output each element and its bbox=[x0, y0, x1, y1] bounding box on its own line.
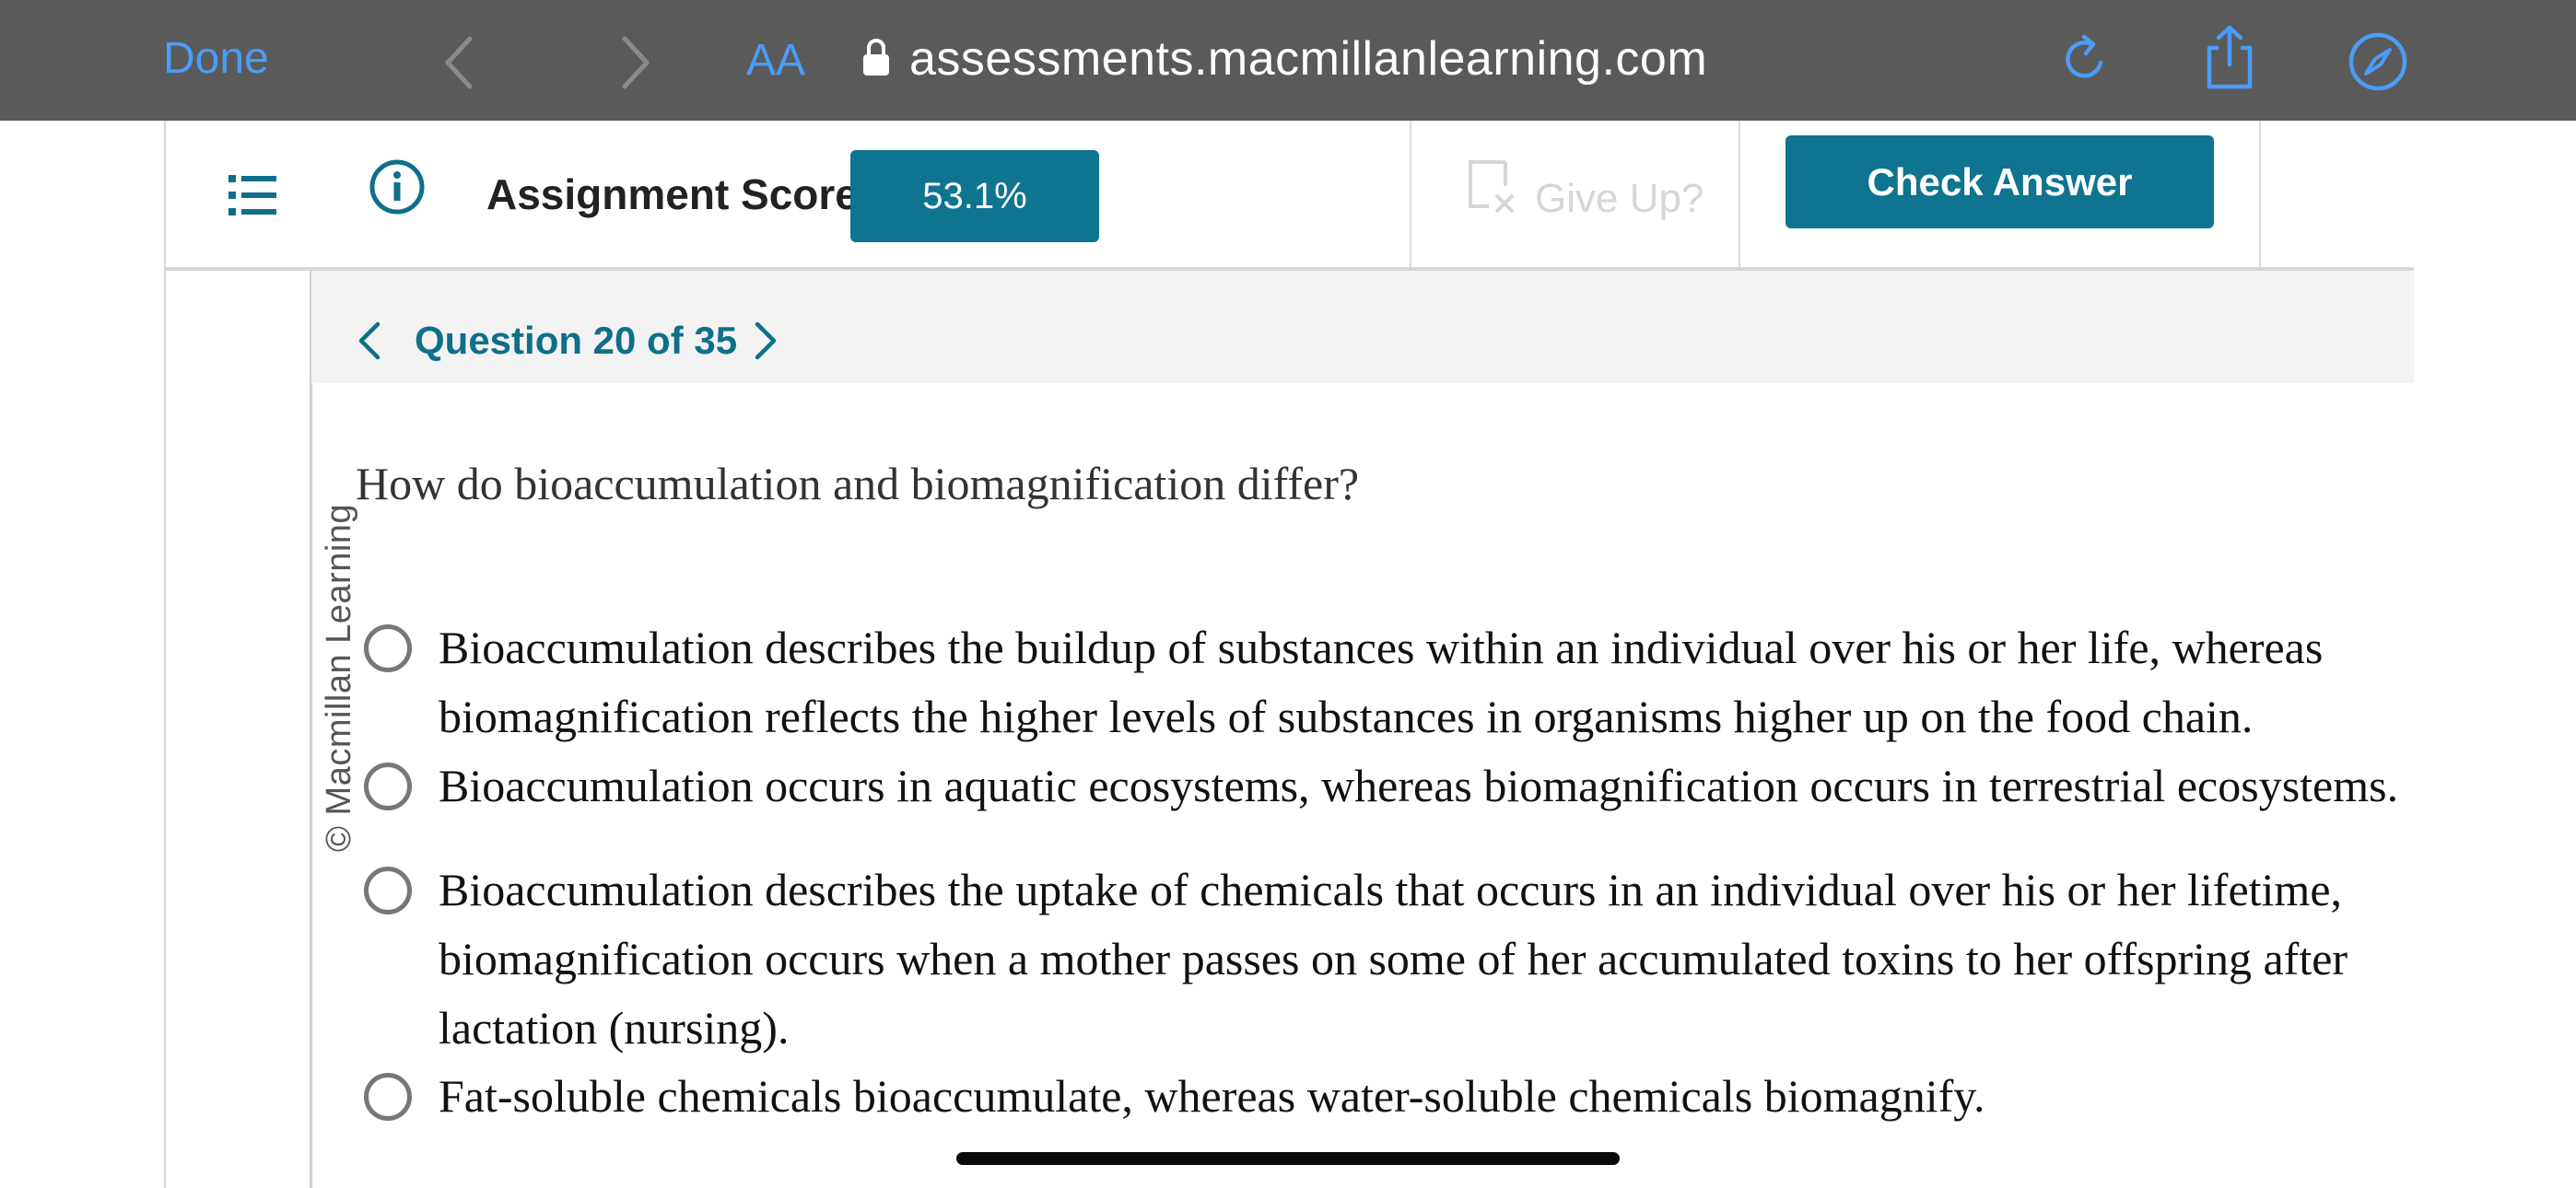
page-left-border bbox=[164, 121, 166, 1188]
check-answer-button[interactable]: Check Answer bbox=[1786, 135, 2214, 228]
radio-button[interactable] bbox=[364, 867, 412, 914]
give-up-button[interactable]: Give Up? bbox=[1467, 158, 1704, 226]
question-navigator: Question 20 of 35 bbox=[311, 271, 2414, 383]
done-button[interactable]: Done bbox=[163, 33, 269, 84]
header-divider bbox=[2259, 121, 2261, 268]
address-bar[interactable]: assessments.macmillanlearning.com bbox=[861, 31, 1707, 87]
assignment-score-label: Assignment Score: bbox=[486, 170, 873, 218]
option-text[interactable]: Bioaccumulation occurs in aquatic ecosys… bbox=[439, 751, 2398, 821]
browser-toolbar: Done AA assessments.macmillanlearning.co… bbox=[0, 0, 2576, 121]
option-line: Bioaccumulation occurs in aquatic ecosys… bbox=[439, 760, 2399, 811]
list-menu-icon[interactable] bbox=[228, 173, 276, 222]
previous-question-icon[interactable] bbox=[357, 320, 381, 366]
chevron-right-icon[interactable] bbox=[617, 35, 654, 95]
question-panel-border bbox=[310, 271, 312, 1188]
give-up-label: Give Up? bbox=[1535, 175, 1704, 221]
share-icon[interactable] bbox=[2202, 24, 2257, 95]
text-size-button[interactable]: AA bbox=[746, 35, 805, 86]
assignment-score-value: 53.1% bbox=[922, 175, 1027, 216]
question-prompt: How do bioaccumulation and biomagnificat… bbox=[356, 458, 1360, 509]
next-question-icon[interactable] bbox=[754, 320, 778, 366]
lock-icon bbox=[861, 37, 891, 82]
option-text[interactable]: Bioaccumulation describes the buildup of… bbox=[439, 613, 2323, 751]
header-divider bbox=[1410, 121, 1411, 268]
question-counter[interactable]: Question 20 of 35 bbox=[415, 319, 737, 363]
url-text: assessments.macmillanlearning.com bbox=[909, 32, 1708, 86]
reload-icon[interactable] bbox=[2060, 31, 2112, 91]
option-text[interactable]: Fat-soluble chemicals bioaccumulate, whe… bbox=[439, 1062, 1985, 1131]
radio-button[interactable] bbox=[364, 1073, 412, 1121]
option-line: Bioaccumulation describes the buildup of… bbox=[439, 622, 2324, 673]
home-indicator[interactable] bbox=[956, 1152, 1620, 1165]
info-icon[interactable] bbox=[369, 158, 426, 220]
assignment-score-badge[interactable]: 53.1% bbox=[850, 150, 1099, 242]
option-line: biomagnification reflects the higher lev… bbox=[439, 691, 2254, 742]
option-line: biomagnification occurs when a mother pa… bbox=[439, 933, 2348, 984]
option-text[interactable]: Bioaccumulation describes the uptake of … bbox=[439, 856, 2348, 1063]
question-content: How do bioaccumulation and biomagnificat… bbox=[313, 387, 2414, 1188]
radio-button[interactable] bbox=[364, 624, 412, 672]
option-line: Bioaccumulation describes the uptake of … bbox=[439, 864, 2343, 915]
chevron-left-icon[interactable] bbox=[440, 35, 477, 95]
give-up-icon bbox=[1467, 158, 1520, 226]
header-divider bbox=[1739, 121, 1740, 268]
compass-icon[interactable] bbox=[2348, 31, 2408, 97]
option-line: Fat-soluble chemicals bioaccumulate, whe… bbox=[439, 1070, 1985, 1122]
radio-button[interactable] bbox=[364, 763, 412, 810]
option-line: lactation (nursing). bbox=[439, 1002, 790, 1054]
